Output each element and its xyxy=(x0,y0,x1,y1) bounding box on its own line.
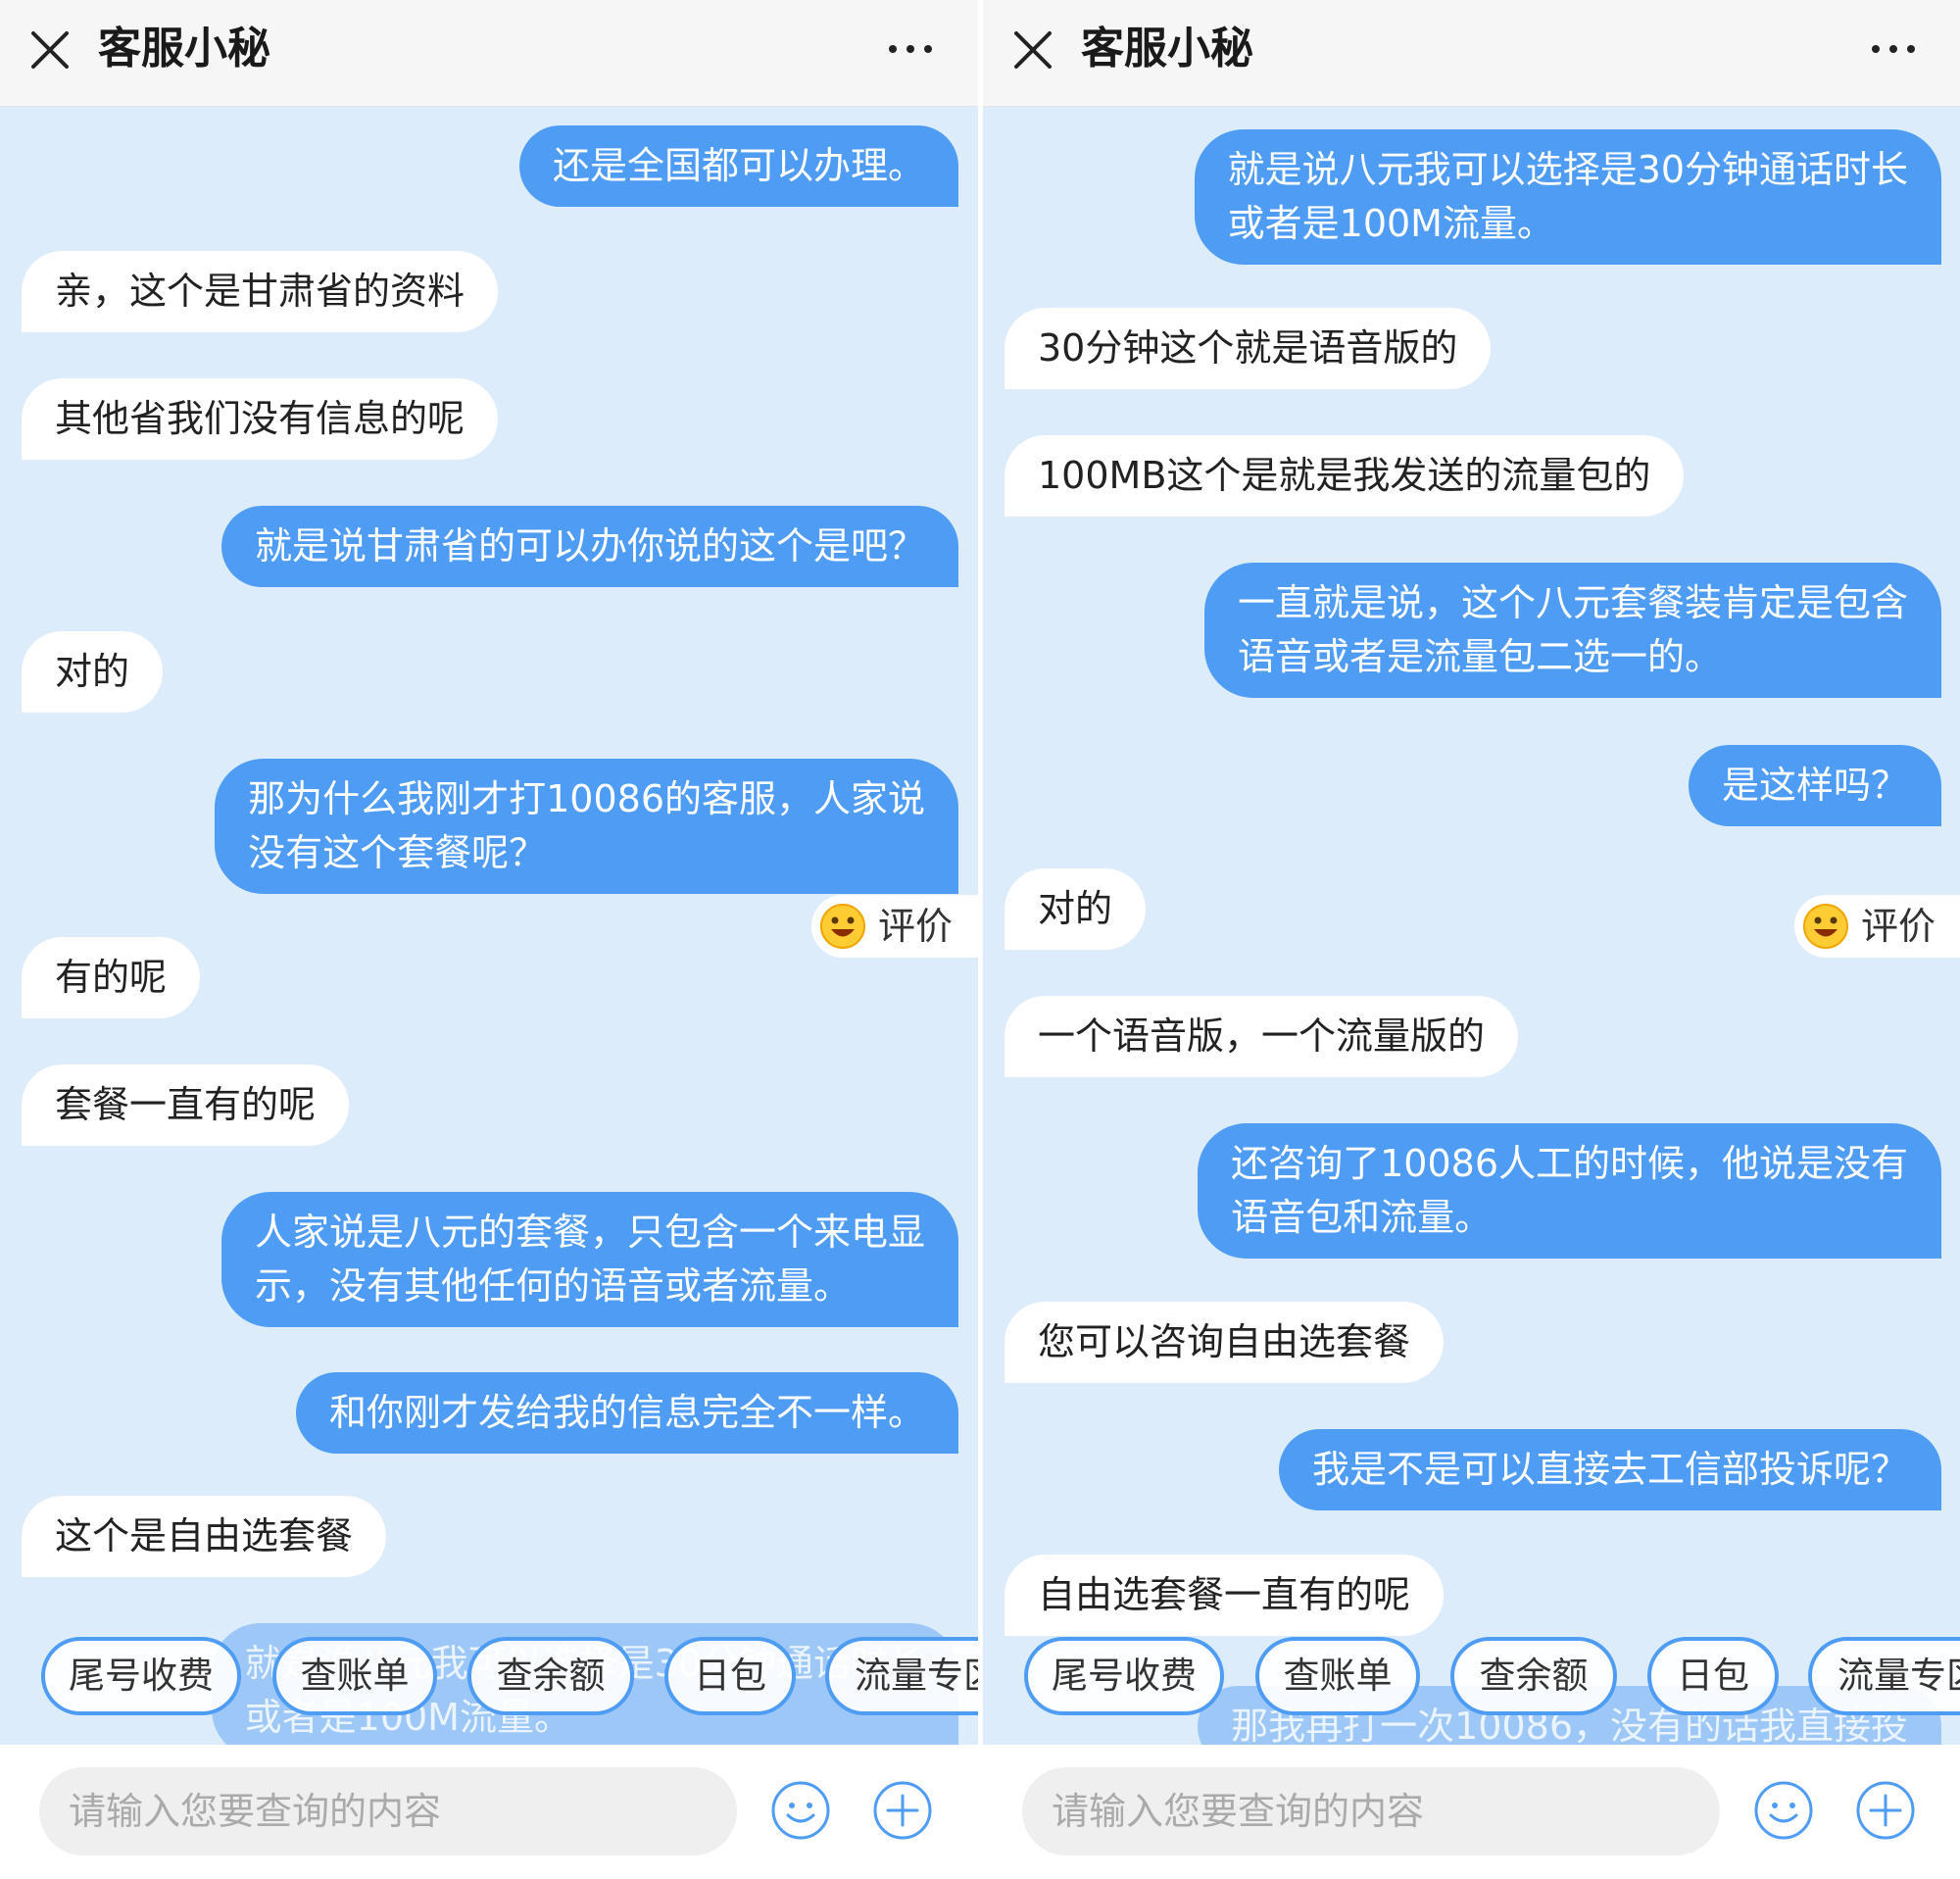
input-bar xyxy=(0,1745,978,1879)
plus-icon[interactable] xyxy=(1855,1780,1916,1841)
message-bubble-outgoing: 还是全国都可以办理。 xyxy=(518,125,958,207)
message-bubble-outgoing: 就是说甘肃省的可以办你说的这个是吧？ xyxy=(220,506,958,587)
chat-panel-left: 客服小秘 还是全国都可以办理。 亲，这个是甘肃省的资料 其他省我们没有信息的呢 … xyxy=(0,0,978,1879)
quick-reply-chip[interactable]: 查账单 xyxy=(272,1637,437,1715)
message-bubble-outgoing: 就是说八元我可以选择是30分钟通话时长 或者是100M流量。 xyxy=(1194,129,1941,265)
quick-reply-chip[interactable]: 查账单 xyxy=(1255,1637,1420,1715)
rate-label: 评价 xyxy=(878,905,954,948)
message-bubble-incoming: 亲，这个是甘肃省的资料 xyxy=(22,251,499,332)
emoji-icon[interactable] xyxy=(1753,1780,1814,1841)
message-bubble-incoming: 您可以咨询自由选套餐 xyxy=(1004,1302,1445,1383)
quick-reply-chip[interactable]: 流量专区 xyxy=(825,1637,978,1715)
quick-reply-chip[interactable]: 查余额 xyxy=(1450,1637,1617,1715)
message-bubble-incoming: 自由选套餐一直有的呢 xyxy=(1004,1555,1445,1636)
quick-reply-chip[interactable]: 流量专区 xyxy=(1808,1637,1960,1715)
close-icon[interactable] xyxy=(29,29,71,71)
plus-icon[interactable] xyxy=(872,1780,933,1841)
message-bubble-incoming: 30分钟这个就是语音版的 xyxy=(1004,308,1492,389)
page-title: 客服小秘 xyxy=(1081,24,1253,74)
quick-reply-chip[interactable]: 查余额 xyxy=(467,1637,634,1715)
header-bar: 客服小秘 xyxy=(0,0,978,107)
message-list[interactable]: 就是说八元我可以选择是30分钟通话时长 或者是100M流量。 30分钟这个就是语… xyxy=(983,106,1960,1745)
message-bubble-incoming: 其他省我们没有信息的呢 xyxy=(22,378,499,460)
message-bubble-outgoing: 人家说是八元的套餐，只包含一个来电显 示，没有其他任何的语音或者流量。 xyxy=(220,1192,958,1327)
message-bubble-outgoing: 一直就是说，这个八元套餐装肯定是包含 语音或者是流量包二选一的。 xyxy=(1203,563,1941,698)
quick-reply-chip[interactable]: 尾号收费 xyxy=(41,1637,241,1715)
message-bubble-outgoing: 那为什么我刚才打10086的客服，人家说 没有这个套餐呢？ xyxy=(215,759,958,894)
message-bubble-incoming: 对的 xyxy=(1004,868,1147,950)
smile-emoji-icon xyxy=(820,904,865,949)
more-icon[interactable] xyxy=(887,39,934,59)
message-bubble-outgoing: 和你刚才发给我的信息完全不一样。 xyxy=(295,1372,958,1454)
message-bubble-incoming: 对的 xyxy=(22,631,164,713)
rate-button[interactable]: 评价 xyxy=(811,895,978,958)
input-bar xyxy=(983,1745,1960,1879)
quick-reply-chip[interactable]: 尾号收费 xyxy=(1024,1637,1224,1715)
close-icon[interactable] xyxy=(1012,29,1054,71)
smile-emoji-icon xyxy=(1803,904,1848,949)
message-bubble-incoming: 套餐一直有的呢 xyxy=(22,1064,350,1146)
quick-reply-chip[interactable]: 日包 xyxy=(1647,1637,1779,1715)
message-input[interactable] xyxy=(39,1767,737,1855)
chat-panel-right: 客服小秘 就是说八元我可以选择是30分钟通话时长 或者是100M流量。 30分钟… xyxy=(983,0,1960,1879)
message-bubble-incoming: 有的呢 xyxy=(22,937,201,1018)
rate-label: 评价 xyxy=(1861,905,1936,948)
message-input[interactable] xyxy=(1022,1767,1720,1855)
quick-reply-chip[interactable]: 日包 xyxy=(664,1637,796,1715)
message-bubble-incoming: 这个是自由选套餐 xyxy=(22,1496,387,1577)
message-bubble-outgoing: 是这样吗？ xyxy=(1688,745,1941,826)
message-bubble-outgoing: 还咨询了10086人工的时候，他说是没有 语音包和流量。 xyxy=(1198,1123,1941,1259)
page-title: 客服小秘 xyxy=(98,24,270,74)
quick-reply-bar: 尾号收费 查账单 查余额 日包 流量专区 xyxy=(0,1625,978,1723)
rate-button[interactable]: 评价 xyxy=(1794,895,1960,958)
message-list[interactable]: 还是全国都可以办理。 亲，这个是甘肃省的资料 其他省我们没有信息的呢 就是说甘肃… xyxy=(0,106,978,1745)
emoji-icon[interactable] xyxy=(770,1780,831,1841)
message-bubble-incoming: 100MB这个是就是我发送的流量包的 xyxy=(1004,435,1685,517)
quick-reply-bar: 尾号收费 查账单 查余额 日包 流量专区 xyxy=(983,1625,1960,1723)
more-icon[interactable] xyxy=(1870,39,1917,59)
message-bubble-outgoing: 我是不是可以直接去工信部投诉呢？ xyxy=(1278,1429,1941,1510)
header-bar: 客服小秘 xyxy=(983,0,1960,107)
message-bubble-incoming: 一个语音版，一个流量版的 xyxy=(1004,996,1519,1077)
